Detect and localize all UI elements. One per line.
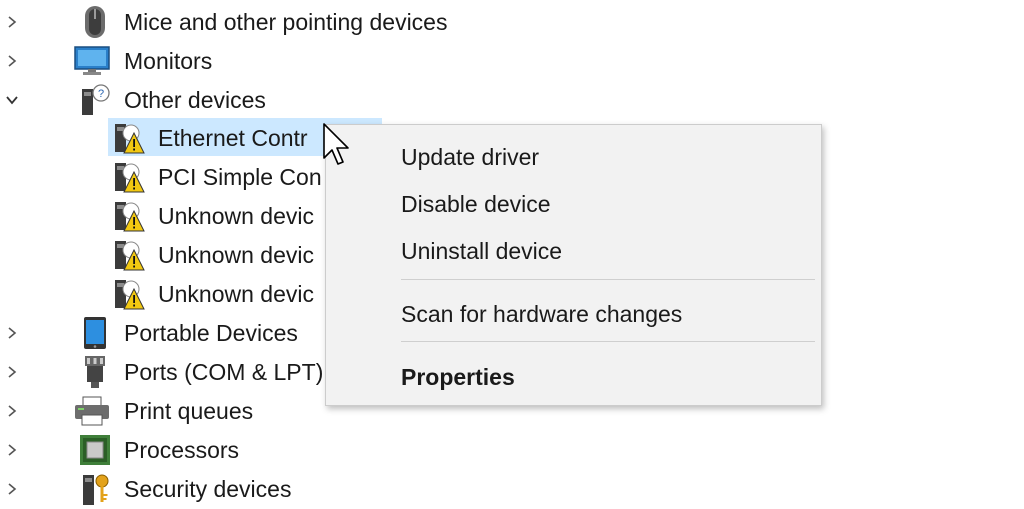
menu-item-properties[interactable]: Properties — [326, 355, 821, 399]
menu-separator — [401, 279, 815, 280]
menu-item-label: Disable device — [401, 190, 551, 217]
port-icon — [78, 355, 112, 389]
tree-item-pci-simple-controller[interactable]: PCI Simple Con — [112, 159, 322, 195]
tree-item-print-queues[interactable]: Print queues — [8, 393, 254, 429]
menu-item-label: Uninstall device — [401, 237, 563, 264]
tree-item-label: Unknown devic — [158, 242, 314, 268]
tree-item-label: Portable Devices — [124, 320, 298, 346]
tree-item-other-devices[interactable]: ? Other devices — [6, 82, 266, 118]
chevron-right-icon[interactable] — [0, 321, 24, 345]
mouse-icon — [78, 5, 112, 39]
chevron-right-icon[interactable] — [0, 360, 24, 384]
tree-item-label: Processors — [124, 437, 240, 463]
tree-item-label: Monitors — [124, 48, 213, 74]
warning-device-icon — [112, 160, 146, 194]
chevron-right-icon[interactable] — [0, 10, 24, 34]
tree-item-portable-devices[interactable]: Portable Devices — [8, 315, 298, 351]
tree-item-mice[interactable]: Mice and other pointing devices — [8, 4, 448, 40]
warning-device-icon — [112, 238, 146, 272]
tree-item-unknown-device[interactable]: Unknown devic — [112, 198, 314, 234]
portable-device-icon — [78, 316, 112, 350]
warning-device-icon — [112, 121, 146, 155]
tree-item-label: Unknown devic — [158, 281, 314, 307]
menu-item-update-driver[interactable]: Update driver — [326, 135, 821, 179]
menu-item-label: Update driver — [401, 143, 540, 170]
tree-item-label: Ethernet Contr — [158, 125, 308, 151]
menu-item-label: Scan for hardware changes — [401, 300, 683, 327]
menu-item-scan-hardware[interactable]: Scan for hardware changes — [326, 292, 821, 336]
tree-item-processors[interactable]: Processors — [8, 432, 240, 468]
mouse-cursor-icon — [322, 122, 352, 168]
tree-item-unknown-device[interactable]: Unknown devic — [112, 237, 314, 273]
tree-item-label: Print queues — [124, 398, 254, 424]
printer-icon — [72, 394, 112, 428]
tree-item-unknown-device[interactable]: Unknown devic — [112, 276, 314, 312]
security-device-icon — [78, 472, 112, 506]
monitor-icon — [72, 44, 112, 78]
menu-item-uninstall-device[interactable]: Uninstall device — [326, 229, 821, 273]
chevron-right-icon[interactable] — [0, 438, 24, 462]
menu-item-label: Properties — [401, 363, 515, 390]
tree-item-label: Mice and other pointing devices — [124, 9, 448, 35]
chevron-right-icon[interactable] — [0, 49, 24, 73]
menu-item-disable-device[interactable]: Disable device — [326, 182, 821, 226]
warning-device-icon — [112, 199, 146, 233]
context-menu: Update driver Disable device Uninstall d… — [325, 124, 822, 406]
warning-device-icon — [112, 277, 146, 311]
tree-item-monitors[interactable]: Monitors — [8, 43, 213, 79]
tree-item-security-devices[interactable]: Security devices — [8, 471, 292, 507]
tree-item-ports[interactable]: Ports (COM & LPT) — [8, 354, 324, 390]
tree-item-label: Security devices — [124, 476, 292, 502]
chevron-down-icon[interactable] — [0, 88, 24, 112]
menu-separator — [401, 341, 815, 342]
chevron-right-icon[interactable] — [0, 477, 24, 501]
tree-item-label: Ports (COM & LPT) — [124, 359, 324, 385]
processor-icon — [78, 433, 112, 467]
tree-item-label: Other devices — [124, 87, 266, 113]
tree-item-ethernet-controller[interactable]: Ethernet Contr — [112, 120, 308, 156]
chevron-right-icon[interactable] — [0, 399, 24, 423]
svg-text:?: ? — [98, 88, 104, 100]
tree-item-label: PCI Simple Con — [158, 164, 322, 190]
tree-item-label: Unknown devic — [158, 203, 314, 229]
unknown-device-icon: ? — [78, 83, 112, 117]
